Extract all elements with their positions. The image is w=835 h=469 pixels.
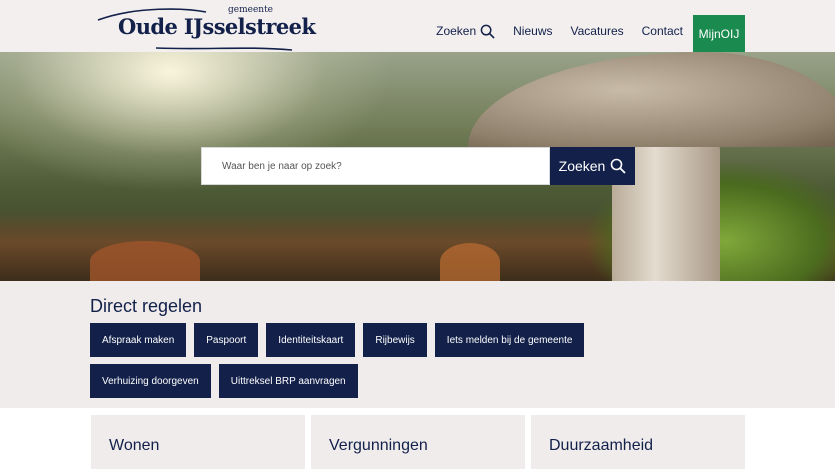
quick-link-identiteitskaart[interactable]: Identiteitskaart <box>266 323 356 357</box>
search-button[interactable]: Zoeken <box>550 147 635 185</box>
quick-link-afspraak[interactable]: Afspraak maken <box>90 323 187 357</box>
card-wonen[interactable]: Wonen <box>91 415 305 469</box>
quick-links: Afspraak maken Paspoort Identiteitskaart… <box>90 323 710 398</box>
quick-link-verhuizing[interactable]: Verhuizing doorgeven <box>90 364 211 398</box>
card-title: Duurzaamheid <box>549 437 654 454</box>
hero-banner: Zoeken <box>0 52 835 281</box>
hero-search: Zoeken <box>201 147 635 185</box>
direct-regelen-section: Direct regelen Afspraak maken Paspoort I… <box>0 281 835 408</box>
site-logo[interactable]: gemeente Oude IJsselstreek <box>97 4 316 51</box>
nav-news[interactable]: Nieuws <box>513 15 552 47</box>
card-duurzaamheid[interactable]: Duurzaamheid <box>531 415 745 469</box>
nav-search-label: Zoeken <box>436 24 477 38</box>
hero-leaf <box>440 243 500 281</box>
card-title: Vergunningen <box>329 437 428 454</box>
mushroom-cap <box>468 52 835 147</box>
quick-link-melden[interactable]: Iets melden bij de gemeente <box>434 323 585 357</box>
main-nav: Zoeken Nieuws Vacatures Contact <box>418 15 683 52</box>
quick-link-paspoort[interactable]: Paspoort <box>194 323 259 357</box>
card-title: Wonen <box>109 437 160 454</box>
nav-jobs[interactable]: Vacatures <box>571 15 624 47</box>
logo-main-text: Oude IJsselstreek <box>118 14 316 39</box>
nav-search[interactable]: Zoeken <box>436 15 495 47</box>
card-vergunningen[interactable]: Vergunningen <box>311 415 525 469</box>
search-icon <box>480 24 495 39</box>
site-header: gemeente Oude IJsselstreek Zoeken Nieuws… <box>0 0 835 52</box>
hero-leaf <box>90 241 200 281</box>
topic-cards: Wonen Vergunningen Duurzaamheid <box>0 408 835 469</box>
search-input[interactable] <box>201 147 550 185</box>
quick-link-uittreksel-brp[interactable]: Uittreksel BRP aanvragen <box>218 364 358 398</box>
search-button-label: Zoeken <box>558 158 606 174</box>
nav-mijnoij-button[interactable]: MijnOIJ <box>693 15 745 52</box>
section-title: Direct regelen <box>90 296 203 316</box>
nav-contact[interactable]: Contact <box>642 15 683 47</box>
quick-link-rijbewijs[interactable]: Rijbewijs <box>363 323 427 357</box>
search-icon <box>611 158 626 174</box>
